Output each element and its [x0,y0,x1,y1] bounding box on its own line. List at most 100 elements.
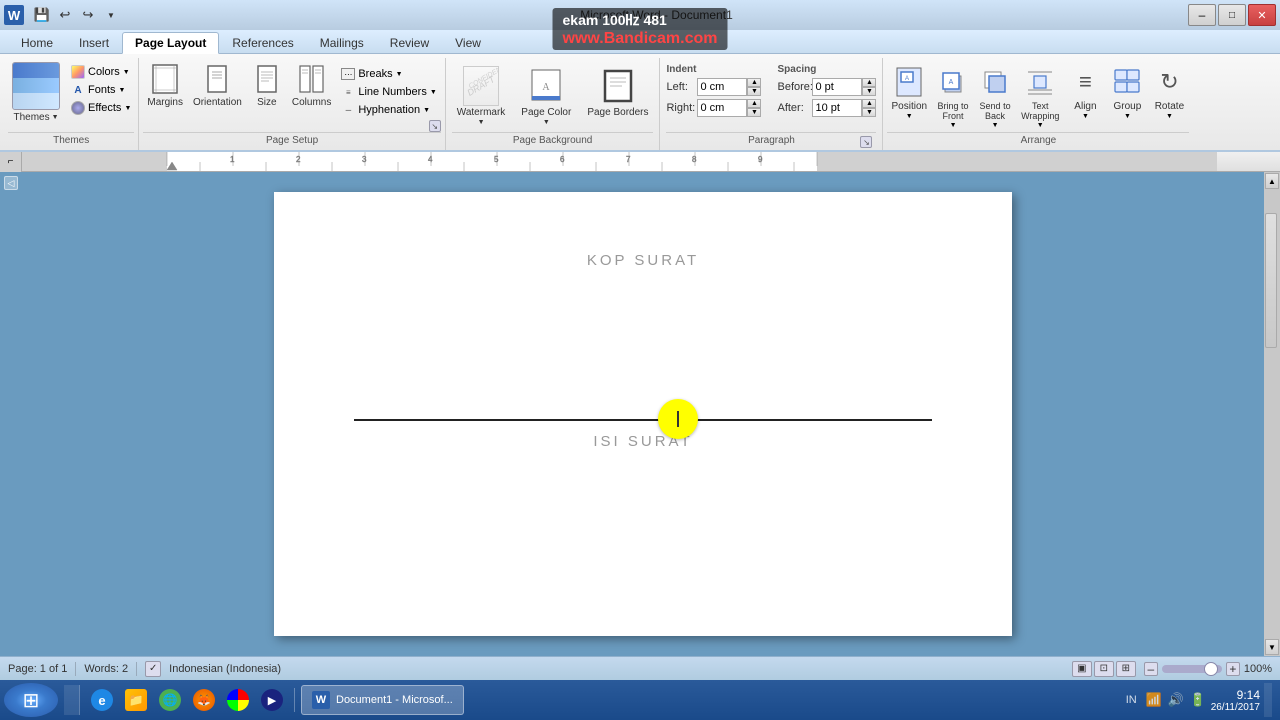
zoom-minus-btn[interactable]: – [1144,662,1158,676]
media-player-taskbar-btn[interactable]: ▶ [256,685,288,715]
explorer-taskbar-btn[interactable]: 📁 [120,685,152,715]
effects-btn[interactable]: Effects ▼ [68,100,134,116]
ie-taskbar-btn[interactable]: e [86,685,118,715]
tab-home[interactable]: Home [8,32,66,53]
close-btn[interactable]: ✕ [1248,4,1276,26]
scroll-up-btn[interactable]: ▲ [1265,173,1279,189]
send-to-back-btn[interactable]: A Send toBack ▼ [975,62,1015,131]
tab-view[interactable]: View [442,32,494,53]
svg-text:8: 8 [692,155,697,164]
position-btn[interactable]: A Position ▼ [887,62,931,122]
quick-access-dropdown[interactable]: ▼ [101,6,121,24]
margins-btn[interactable]: Margins [143,60,187,110]
network-icon[interactable]: 📶 [1145,691,1163,709]
indent-right-up[interactable]: ▲ [747,99,761,108]
web-layout-btn[interactable]: ⊞ [1116,661,1136,677]
spacing-after-label: After: [777,102,809,114]
clock-area[interactable]: 9:14 26/11/2017 [1211,688,1260,713]
redo-quick-btn[interactable]: ↪ [78,6,98,24]
size-btn[interactable]: Size [248,60,286,110]
doc-nav-btn[interactable]: ◁ [4,176,18,190]
spacing-before-down[interactable]: ▼ [862,87,876,96]
zoom-slider[interactable] [1162,665,1222,673]
minimize-btn[interactable]: – [1188,4,1216,26]
indent-left-spin: ▲ ▼ [747,78,761,96]
page-borders-btn[interactable]: Page Borders [582,64,653,120]
spacing-before-up[interactable]: ▲ [862,78,876,87]
scroll-down-btn[interactable]: ▼ [1265,639,1279,655]
indent-right-input[interactable] [697,99,747,117]
rotate-btn[interactable]: ↻ Rotate ▼ [1149,62,1189,122]
spacing-after-down[interactable]: ▼ [862,108,876,117]
indent-left-input[interactable] [697,78,747,96]
status-right: ▣ ⊡ ⊞ – + 100% [1072,661,1272,677]
full-screen-btn[interactable]: ⊡ [1094,661,1114,677]
indent-right-input-group: ▲ ▼ [697,99,761,117]
themes-main-btn[interactable]: Themes ▼ [8,60,64,125]
chrome-taskbar-btn[interactable] [222,685,254,715]
lang-indicator[interactable]: IN [1122,694,1141,706]
position-icon: A [893,64,925,100]
spell-check-icon[interactable]: ✓ [145,661,161,677]
fonts-btn[interactable]: A Fonts ▼ [68,82,134,98]
print-layout-btn[interactable]: ▣ [1072,661,1092,677]
breaks-icon: ⋯ [341,68,355,80]
volume-icon[interactable]: 🔊 [1167,691,1185,709]
svg-text:4: 4 [428,155,433,164]
maximize-btn[interactable]: □ [1218,4,1246,26]
position-label: Position [891,101,927,112]
effects-icon [71,101,85,115]
themes-section-label: Themes [8,132,134,148]
tab-page-layout[interactable]: Page Layout [122,32,219,54]
text-wrapping-btn[interactable]: TextWrapping ▼ [1017,62,1063,131]
spacing-after-input[interactable] [812,99,862,117]
tab-mailings[interactable]: Mailings [307,32,377,53]
undo-quick-btn[interactable]: ↩ [55,6,75,24]
group-btn[interactable]: Group ▼ [1107,62,1147,122]
watermark-dropdown: ▼ [478,119,485,126]
line-numbers-btn[interactable]: ≡ Line Numbers ▼ [337,84,440,100]
columns-btn[interactable]: Columns [288,60,335,110]
page-setup-expand[interactable]: ↘ [429,120,441,132]
scroll-thumb[interactable] [1265,213,1277,347]
hyphenation-btn[interactable]: – Hyphenation ▼ [337,102,440,118]
bring-to-front-btn[interactable]: A Bring toFront ▼ [933,62,973,131]
ruler-align-btn[interactable]: ⌐ [0,152,22,172]
taskbar-sep [294,688,295,712]
page-color-btn[interactable]: A Page Color ▼ [516,64,576,128]
spacing-before-input[interactable] [812,78,862,96]
indent-left-down[interactable]: ▼ [747,87,761,96]
show-desktop-btn[interactable] [1264,683,1272,717]
colors-btn[interactable]: Colors ▼ [68,64,134,80]
start-button[interactable]: ⊞ [4,683,58,717]
tab-references[interactable]: References [219,32,306,53]
quick-launch-sep [64,685,80,715]
paragraph-expand[interactable]: ↘ [860,136,872,148]
battery-icon[interactable]: 🔋 [1189,691,1207,709]
align-btn[interactable]: ≡ Align ▼ [1065,62,1105,122]
word-taskbar-btn[interactable]: W Document1 - Microsof... [301,685,464,715]
indent-left-label: Left: [666,81,694,93]
breaks-btn[interactable]: ⋯ Breaks ▼ [337,66,440,82]
tab-review[interactable]: Review [377,32,442,53]
rotate-icon: ↻ [1153,64,1185,100]
indent-label: Indent [666,64,761,75]
spacing-after-up[interactable]: ▲ [862,99,876,108]
zoom-level: 100% [1244,663,1272,675]
media-taskbar-btn[interactable]: 🌐 [154,685,186,715]
scrollbar-v[interactable]: ▲ ▼ [1264,172,1280,656]
send-to-back-label: Send toBack [980,101,1011,121]
indent-left-up[interactable]: ▲ [747,78,761,87]
clock-date: 26/11/2017 [1211,702,1260,713]
save-quick-btn[interactable]: 💾 [32,6,52,24]
zoom-plus-btn[interactable]: + [1226,662,1240,676]
title-bar-left: W 💾 ↩ ↪ ▼ [4,5,125,25]
orientation-btn[interactable]: Orientation [189,60,246,110]
margins-icon [150,62,180,96]
indent-right-down[interactable]: ▼ [747,108,761,117]
tab-insert[interactable]: Insert [66,32,122,53]
page-background-section: DRAFT CONFIDENTIAL Watermark ▼ A Page Co… [446,58,661,150]
doc-scroll-area[interactable]: KOP SURAT ISI SURAT [22,172,1264,656]
firefox-taskbar-btn[interactable]: 🦊 [188,685,220,715]
watermark-btn[interactable]: DRAFT CONFIDENTIAL Watermark ▼ [452,64,511,128]
